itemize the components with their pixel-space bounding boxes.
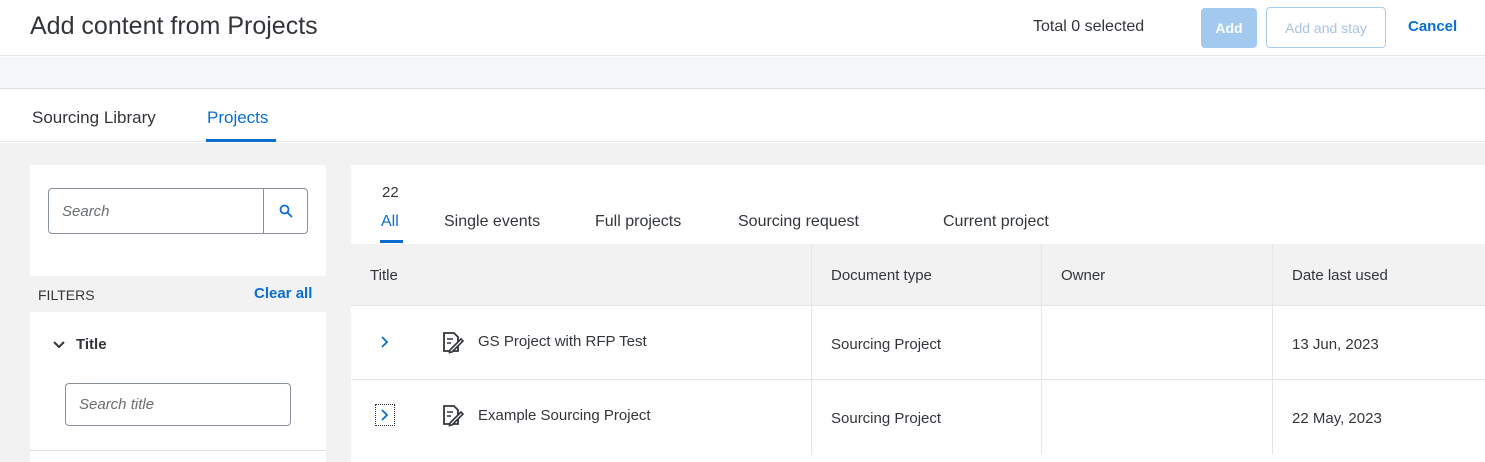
add-and-stay-button[interactable]: Add and stay [1266,7,1386,48]
row-date-last-used: 22 May, 2023 [1292,410,1382,427]
row-document-type: Sourcing Project [831,410,942,427]
column-header-owner[interactable]: Owner [1061,267,1105,284]
subtab-single-events[interactable]: Single events [444,213,540,231]
subtab-full-projects[interactable]: Full projects [595,213,681,231]
dialog-header: Add content from Projects Total 0 select… [0,0,1485,56]
search-field [48,188,308,234]
filters-label: FILTERS [38,287,95,303]
clear-all-link[interactable]: Clear all [254,285,312,302]
column-divider [811,244,812,454]
source-tabs: Sourcing Library Projects [0,90,1485,142]
document-edit-icon [443,405,464,427]
document-edit-icon [443,332,464,354]
search-button[interactable] [263,189,308,233]
page-title: Add content from Projects [30,12,318,40]
column-header-document-type[interactable]: Document type [831,267,932,284]
subtab-all[interactable]: All [381,213,399,231]
filter-divider [30,450,326,451]
chevron-down-icon [53,340,65,348]
row-document-type: Sourcing Project [831,336,942,353]
expand-row-button[interactable] [375,404,395,426]
subtab-current-project[interactable]: Current project [943,213,1049,231]
cancel-button[interactable]: Cancel [1408,18,1457,35]
tab-sourcing-library[interactable]: Sourcing Library [32,108,156,128]
expand-row-button[interactable] [376,332,394,352]
chevron-right-icon [381,336,389,348]
row-date-last-used: 13 Jun, 2023 [1292,336,1379,353]
subtab-sourcing-request[interactable]: Sourcing request [738,213,859,231]
title-filter-label: Title [76,336,107,353]
column-header-date-last-used[interactable]: Date last used [1292,267,1388,284]
title-filter-toggle[interactable]: Title [52,336,107,353]
column-header-title[interactable]: Title [370,267,398,284]
search-title-input[interactable] [65,383,291,426]
chevron-right-icon [381,409,389,421]
column-divider [1272,244,1273,454]
tab-projects[interactable]: Projects [207,108,268,128]
active-tab-indicator [206,139,276,142]
results-count: 22 [382,184,399,201]
column-divider [1041,244,1042,454]
search-input[interactable] [49,189,263,233]
active-subtab-indicator [380,240,403,243]
row-title[interactable]: GS Project with RFP Test [478,333,647,350]
add-button[interactable]: Add [1201,8,1257,48]
total-selected-label: Total 0 selected [1033,18,1145,35]
header-band [0,57,1485,89]
row-title[interactable]: Example Sourcing Project [478,407,651,424]
search-icon [279,204,293,218]
